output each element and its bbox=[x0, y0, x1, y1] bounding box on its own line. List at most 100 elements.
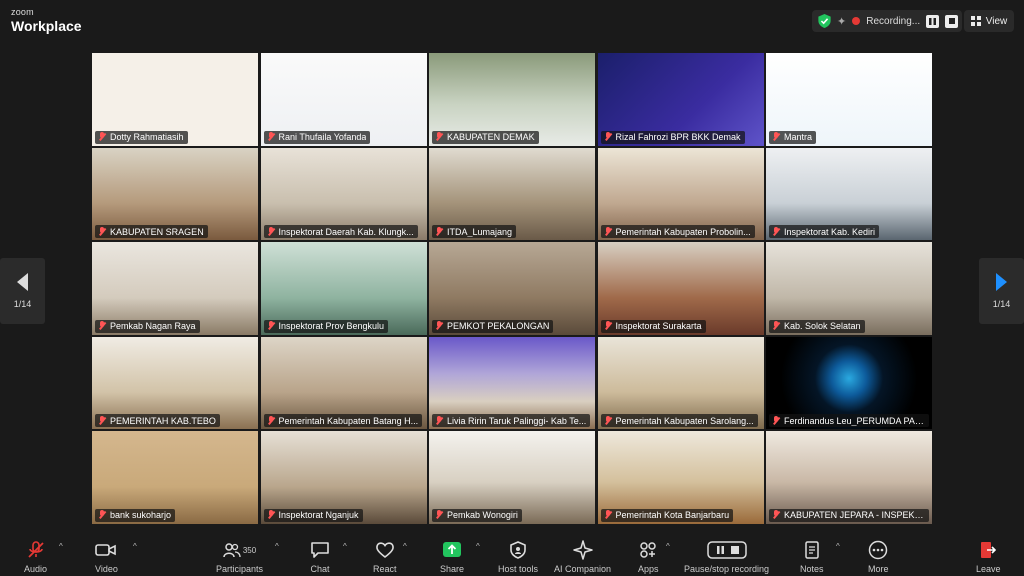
mic-muted-icon bbox=[772, 321, 781, 331]
participant-video-tile[interactable]: Inspektorat Prov Bengkulu bbox=[260, 242, 427, 335]
participant-video-tile[interactable]: PEMERINTAH KAB.TEBO bbox=[92, 336, 258, 430]
audio-button[interactable]: Audio bbox=[24, 540, 47, 574]
chat-options-chevron-icon[interactable]: ^ bbox=[343, 542, 347, 551]
participant-name: Inspektorat Surakarta bbox=[615, 321, 702, 332]
participants-options-chevron-icon[interactable]: ^ bbox=[275, 542, 279, 551]
participant-video-tile[interactable]: ITDA_Lumajang bbox=[429, 147, 595, 241]
brand-small: zoom bbox=[11, 7, 34, 17]
ai-companion-label: AI Companion bbox=[554, 564, 612, 574]
apps-label: Apps bbox=[638, 564, 659, 574]
react-button[interactable]: React bbox=[373, 540, 397, 574]
mic-muted-icon bbox=[435, 226, 444, 237]
participant-name: bank sukoharjo bbox=[110, 510, 172, 521]
pause-recording-icon[interactable] bbox=[926, 14, 940, 28]
participant-name-tag: Inspektorat Nganjuk bbox=[263, 508, 363, 522]
share-options-chevron-icon[interactable]: ^ bbox=[476, 542, 480, 551]
mic-muted-icon bbox=[772, 226, 781, 237]
participant-video-tile[interactable]: KABUPATEN SRAGEN bbox=[92, 147, 258, 241]
mic-muted-icon bbox=[604, 510, 613, 520]
participant-video-tile[interactable]: Ferdinandus Leu_PERUMDA PAS... bbox=[766, 336, 932, 430]
leave-button[interactable]: Leave bbox=[976, 540, 1001, 574]
chat-button[interactable]: Chat bbox=[310, 540, 330, 574]
video-button[interactable]: Video bbox=[95, 540, 118, 574]
mic-muted-icon bbox=[98, 510, 107, 520]
participant-name: PEMERINTAH KAB.TEBO bbox=[110, 415, 216, 426]
participant-video-tile[interactable]: Kab. Solok Selatan bbox=[766, 242, 932, 335]
participant-name-tag: PEMERINTAH KAB.TEBO bbox=[95, 414, 220, 428]
app-logo: zoom Workplace bbox=[11, 7, 82, 34]
participant-name: Inspektorat Kab. Kediri bbox=[784, 226, 876, 237]
notes-options-chevron-icon[interactable]: ^ bbox=[836, 542, 840, 551]
audio-options-chevron-icon[interactable]: ^ bbox=[59, 542, 63, 551]
pause-stop-recording-button[interactable]: Pause/stop recording bbox=[684, 540, 769, 574]
participant-name-tag: Rizal Fahrozi BPR BKK Demak bbox=[600, 130, 745, 144]
chat-label: Chat bbox=[310, 564, 330, 574]
participant-video-tile[interactable]: Pemerintah Kabupaten Batang H... bbox=[260, 336, 427, 430]
more-button[interactable]: More bbox=[868, 540, 889, 574]
participant-name-tag: KABUPATEN DEMAK bbox=[432, 130, 539, 144]
participant-name: KABUPATEN SRAGEN bbox=[110, 226, 204, 237]
leave-door-icon bbox=[979, 540, 997, 560]
participants-button[interactable]: 350 Participants bbox=[216, 540, 263, 574]
participant-name-tag: Mantra bbox=[769, 130, 817, 144]
host-tools-label: Host tools bbox=[498, 564, 539, 574]
participant-video-tile[interactable]: Pemkab Nagan Raya bbox=[92, 242, 258, 335]
video-gallery: Dotty Rahmatiasih Rani Thufaila Yofanda KA… bbox=[92, 53, 932, 526]
grid-view-icon bbox=[970, 16, 981, 26]
mic-muted-icon bbox=[98, 415, 107, 426]
share-button[interactable]: Share bbox=[440, 540, 464, 574]
react-label: React bbox=[373, 564, 397, 574]
participant-video-tile[interactable]: Pemerintah Kabupaten Probolin... bbox=[597, 147, 764, 241]
participant-video-tile[interactable]: Dotty Rahmatiasih bbox=[92, 53, 258, 146]
mic-muted-icon bbox=[98, 132, 107, 142]
participant-name-tag: KABUPATEN JEPARA - INSPEKTUR bbox=[769, 508, 929, 522]
apps-options-chevron-icon[interactable]: ^ bbox=[666, 542, 670, 551]
participant-video-tile[interactable]: Inspektorat Kab. Kediri bbox=[766, 147, 932, 241]
stop-recording-icon[interactable] bbox=[945, 14, 959, 28]
previous-page-button[interactable]: 1/14 bbox=[0, 258, 45, 324]
video-label: Video bbox=[95, 564, 118, 574]
participant-video-tile[interactable]: KABUPATEN JEPARA - INSPEKTUR bbox=[766, 431, 932, 524]
participant-video-tile[interactable]: Mantra bbox=[766, 53, 932, 146]
view-label: View bbox=[985, 15, 1008, 27]
participant-video-tile[interactable]: Pemkab Wonogiri bbox=[429, 431, 595, 524]
recording-status[interactable]: ✦ Recording... bbox=[812, 10, 962, 32]
host-tools-button[interactable]: Host tools bbox=[498, 540, 538, 574]
participant-name-tag: Dotty Rahmatiasih bbox=[95, 130, 188, 144]
participant-video-tile[interactable]: bank sukoharjo bbox=[92, 431, 258, 524]
ai-companion-button[interactable]: AI Companion bbox=[554, 540, 611, 574]
participant-video-tile[interactable]: Inspektorat Daerah Kab. Klungk... bbox=[260, 147, 427, 241]
arrow-right-icon bbox=[996, 273, 1007, 291]
notes-icon bbox=[804, 540, 820, 560]
participant-video-tile[interactable]: Rizal Fahrozi BPR BKK Demak bbox=[597, 53, 764, 146]
leave-label: Leave bbox=[976, 564, 1001, 574]
participant-name: Pemerintah Kota Banjarbaru bbox=[615, 510, 730, 521]
participant-name-tag: ITDA_Lumajang bbox=[432, 225, 517, 239]
participant-video-tile[interactable]: Inspektorat Nganjuk bbox=[260, 431, 427, 524]
participant-video-tile[interactable]: PEMKOT PEKALONGAN bbox=[429, 242, 595, 335]
participant-video-tile[interactable]: Livia Ririn Taruk Palinggi- Kab Te... bbox=[429, 336, 595, 430]
participant-name: Mantra bbox=[784, 132, 813, 143]
participant-video-tile[interactable]: Pemerintah Kabupaten Sarolang... bbox=[597, 336, 764, 430]
next-page-button[interactable]: 1/14 bbox=[979, 258, 1024, 324]
recording-label: Recording... bbox=[866, 15, 921, 27]
participant-video-tile[interactable]: Rani Thufaila Yofanda bbox=[260, 53, 427, 146]
recording-dot-icon bbox=[852, 17, 861, 25]
video-options-chevron-icon[interactable]: ^ bbox=[133, 542, 137, 551]
participant-video-tile[interactable]: Inspektorat Surakarta bbox=[597, 242, 764, 335]
more-label: More bbox=[868, 564, 889, 574]
heart-icon bbox=[375, 540, 395, 560]
participant-video-tile[interactable]: KABUPATEN DEMAK bbox=[429, 53, 595, 146]
view-button[interactable]: View bbox=[964, 10, 1014, 32]
participant-video-tile[interactable]: Pemerintah Kota Banjarbaru bbox=[597, 431, 764, 524]
participant-name: Pemkab Wonogiri bbox=[447, 510, 518, 521]
participants-icon: 350 bbox=[223, 540, 256, 560]
participant-name-tag: Pemerintah Kabupaten Sarolang... bbox=[600, 414, 758, 428]
react-options-chevron-icon[interactable]: ^ bbox=[403, 542, 407, 551]
notes-button[interactable]: Notes bbox=[800, 540, 824, 574]
participant-name: Inspektorat Prov Bengkulu bbox=[278, 321, 385, 332]
apps-button[interactable]: Apps bbox=[638, 540, 659, 574]
participant-name-tag: Livia Ririn Taruk Palinggi- Kab Te... bbox=[432, 414, 591, 428]
mic-muted-icon bbox=[435, 321, 444, 331]
mic-muted-icon bbox=[772, 132, 781, 142]
